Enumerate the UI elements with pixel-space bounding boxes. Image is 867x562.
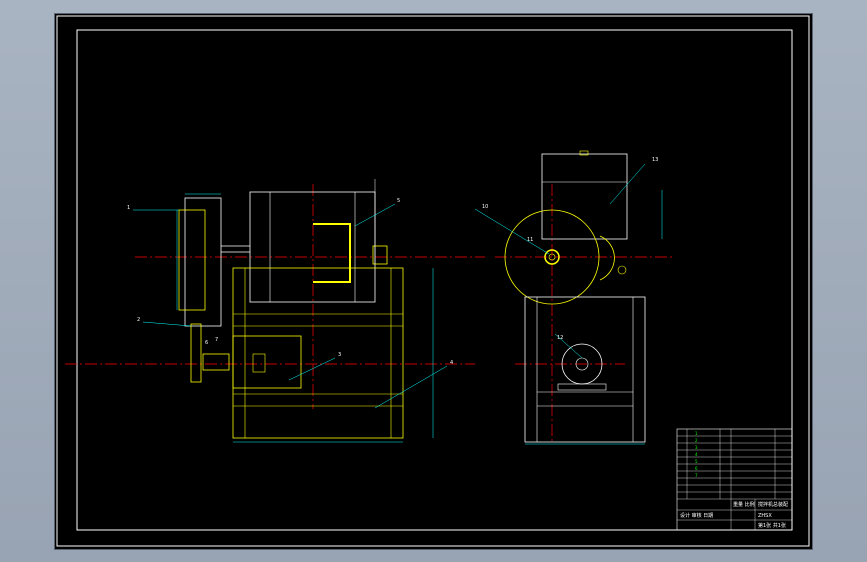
sheet-info: 第1张 共1张: [758, 522, 786, 529]
weight-scale-label: 重量 比例: [733, 501, 755, 508]
svg-text:3: 3: [695, 445, 698, 450]
motor-body: [232, 335, 302, 389]
gearbox-housing: [184, 197, 222, 327]
label-11: 11: [527, 237, 533, 243]
label-3: 3: [338, 352, 341, 358]
label-1: 1: [127, 205, 130, 211]
label-6: 6: [205, 340, 208, 346]
label-5: 5: [397, 198, 400, 204]
cad-drawing-viewport[interactable]: 1 2 3 4 5 6 7 10 11 12 13 1 2 3 4 5 6 7 …: [54, 13, 813, 550]
drum-cavity-section: [313, 223, 351, 283]
label-2: 2: [137, 317, 140, 323]
label-4: 4: [450, 360, 453, 366]
svg-text:7: 7: [695, 473, 698, 478]
drawing-canvas: 1 2 3 4 5 6 7 10 11 12 13 1 2 3 4 5 6 7 …: [56, 15, 810, 547]
title-block: 1 2 3 4 5 6 7 重量 比例 搅拌机总装配 ZHSX 第1张 共1张 …: [676, 428, 793, 531]
drawing-name: 搅拌机总装配: [758, 501, 788, 508]
svg-text:5: 5: [695, 459, 698, 464]
inner-border: [76, 29, 793, 531]
label-10: 10: [482, 204, 488, 210]
svg-text:1: 1: [695, 431, 698, 436]
svg-text:2: 2: [695, 438, 698, 443]
side-motor-box: [541, 153, 628, 240]
label-12: 12: [557, 335, 563, 341]
label-13: 13: [652, 157, 658, 163]
belt-pulley: [190, 323, 202, 383]
svg-text:4: 4: [695, 452, 698, 457]
support-frame: [232, 267, 404, 439]
mixing-drum: [249, 191, 376, 303]
front-view: 1 2 3 4 5 6 7: [65, 179, 485, 443]
designer-row: 设计 审核 日期: [680, 512, 713, 519]
gearbox-inner: [178, 209, 206, 311]
label-7: 7: [215, 337, 218, 343]
svg-text:6: 6: [695, 466, 698, 471]
drawing-number: ZHSX: [758, 513, 772, 519]
side-view: 10 11 12 13: [474, 150, 675, 445]
